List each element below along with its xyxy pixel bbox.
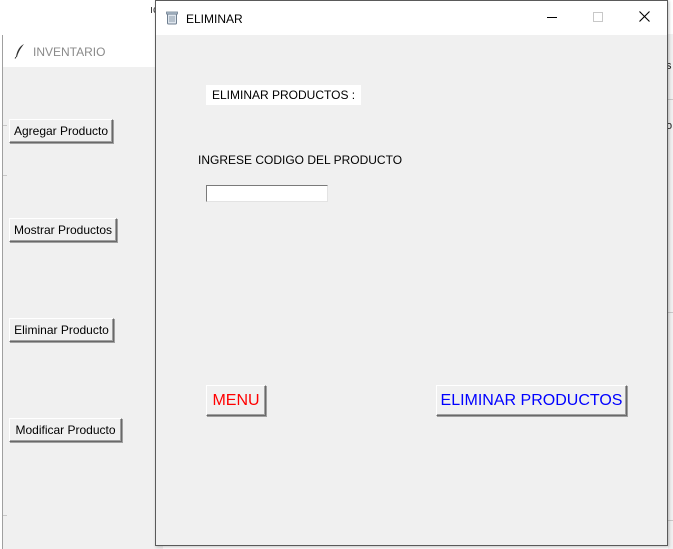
divider — [3, 175, 7, 176]
inventario-titlebar[interactable]: INVENTARIO — [3, 35, 163, 67]
codigo-label: INGRESE CODIGO DEL PRODUCTO — [198, 153, 403, 167]
inventario-window: INVENTARIO Agregar Producto Mostrar Prod… — [2, 35, 163, 549]
mostrar-productos-button[interactable]: Mostrar Productos — [9, 218, 117, 242]
background-divider — [668, 312, 673, 313]
modificar-producto-button[interactable]: Modificar Producto — [9, 418, 122, 442]
minimize-button[interactable] — [529, 1, 575, 35]
feather-icon — [14, 43, 26, 59]
close-button[interactable] — [621, 1, 667, 35]
eliminar-heading: ELIMINAR PRODUCTOS : — [206, 85, 362, 105]
divider — [3, 125, 7, 126]
maximize-button[interactable] — [575, 1, 621, 35]
eliminar-window: ELIMINAR ELIMINAR PRODUCTOS : INGRESE CO… — [155, 0, 668, 546]
eliminar-title: ELIMINAR — [186, 12, 243, 26]
minimize-icon — [547, 9, 557, 27]
inventario-title: INVENTARIO — [33, 45, 106, 59]
close-icon — [638, 9, 650, 27]
eliminar-producto-button[interactable]: Eliminar Producto — [9, 318, 114, 342]
maximize-icon — [593, 9, 603, 27]
codigo-input[interactable] — [206, 185, 328, 202]
background-window-edge — [668, 34, 673, 549]
divider — [3, 515, 7, 516]
background-divider — [668, 520, 673, 521]
background-divider — [668, 99, 673, 100]
agregar-producto-button[interactable]: Agregar Producto — [9, 119, 113, 143]
eliminar-titlebar[interactable]: ELIMINAR — [156, 1, 667, 35]
eliminar-productos-button[interactable]: ELIMINAR PRODUCTOS — [436, 385, 627, 416]
menu-button[interactable]: MENU — [206, 385, 266, 416]
recycle-bin-icon — [166, 11, 178, 25]
